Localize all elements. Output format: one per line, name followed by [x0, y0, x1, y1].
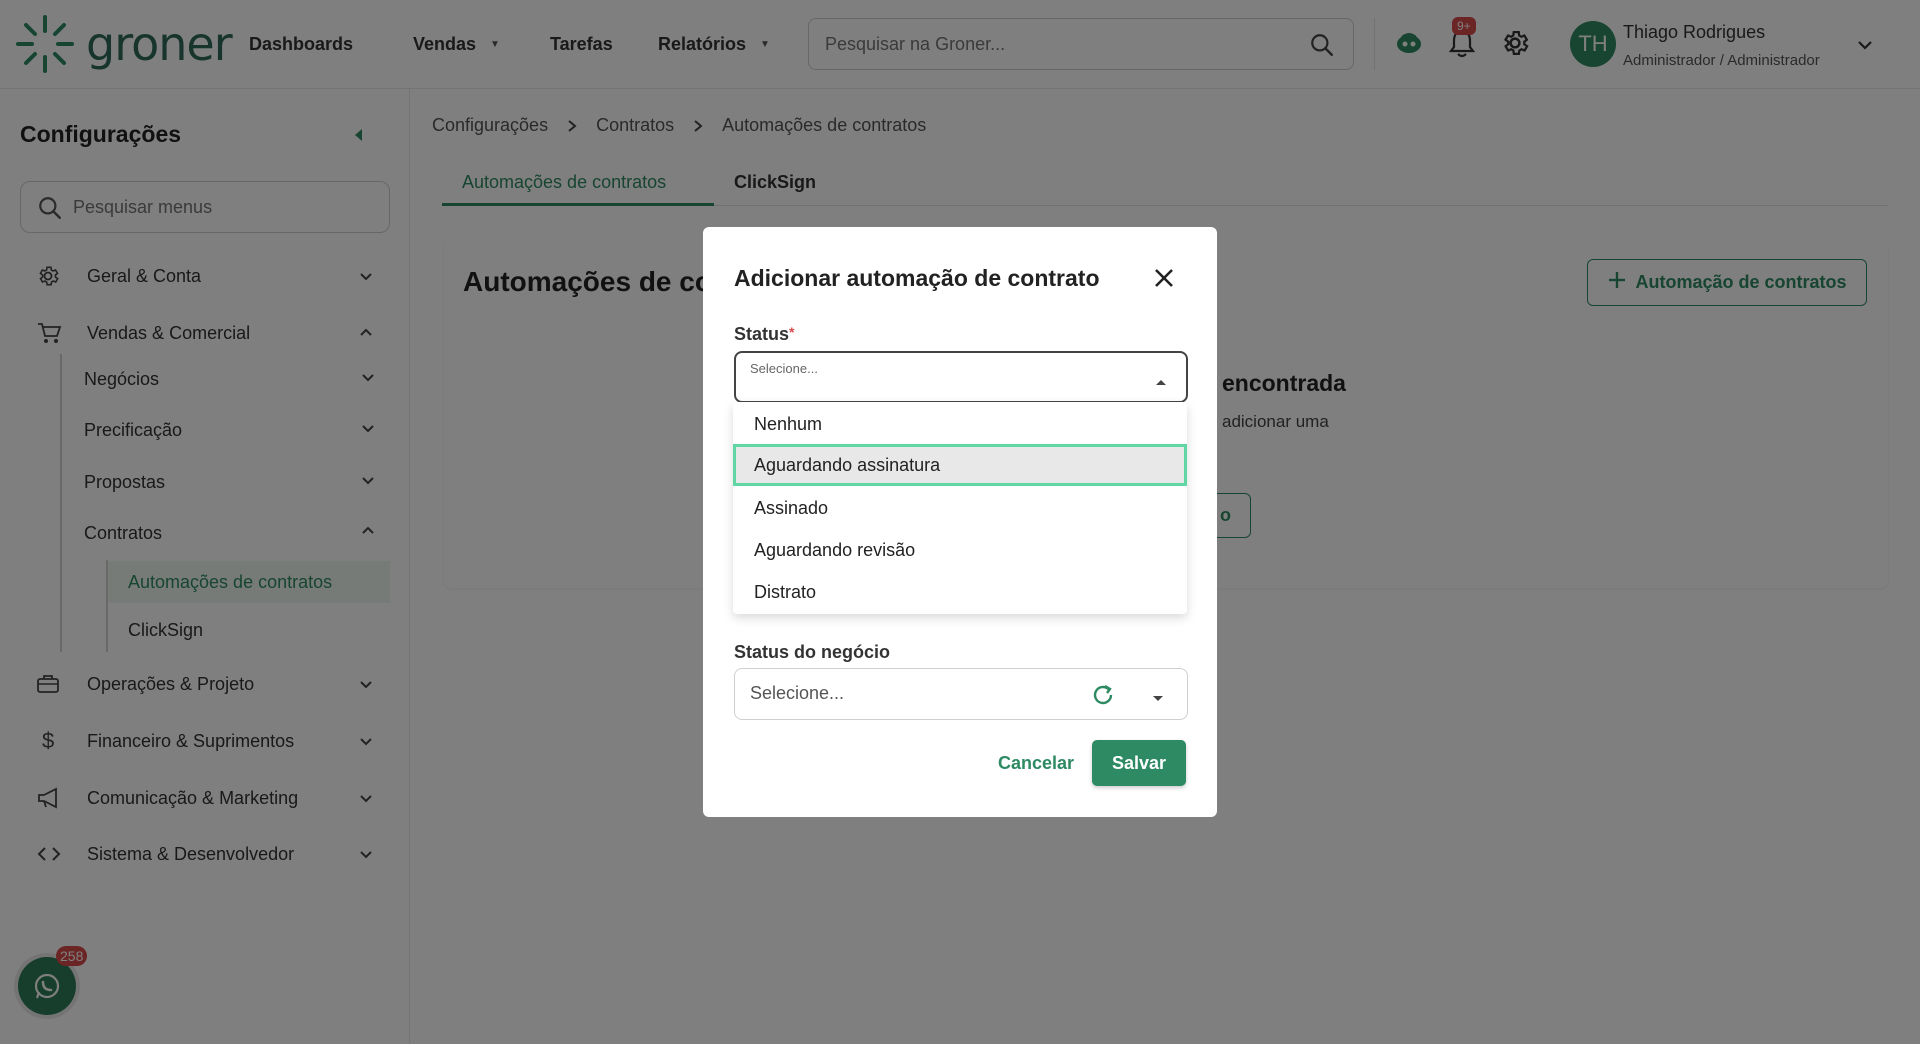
status-option-highlighted[interactable]: Aguardando assinatura: [733, 444, 1187, 486]
status-label-text: Status: [734, 324, 790, 344]
business-status-select[interactable]: Selecione...: [734, 668, 1188, 720]
status-select-placeholder: Selecione...: [750, 361, 818, 376]
status-dropdown-list: Nenhum Aguardando assinatura Assinado Ag…: [733, 402, 1187, 614]
business-status-placeholder: Selecione...: [750, 683, 845, 703]
status-option[interactable]: Assinado: [733, 487, 1187, 529]
business-status-label: Status do negócio: [734, 642, 891, 662]
caret-up-icon: [1154, 374, 1168, 392]
status-option[interactable]: Aguardando revisão: [733, 529, 1187, 571]
refresh-icon[interactable]: [1091, 683, 1115, 712]
save-button[interactable]: Salvar: [1092, 740, 1186, 786]
status-label: Status*: [734, 324, 794, 345]
modal-title: Adicionar automação de contrato: [734, 265, 1100, 291]
status-option[interactable]: Nenhum: [733, 403, 1187, 445]
caret-down-icon[interactable]: [1151, 691, 1165, 709]
close-icon[interactable]: [1153, 267, 1175, 294]
status-option[interactable]: Distrato: [733, 571, 1187, 613]
cancel-button[interactable]: Cancelar: [966, 740, 1106, 786]
status-select[interactable]: Selecione...: [734, 351, 1188, 403]
required-mark: *: [789, 324, 795, 340]
